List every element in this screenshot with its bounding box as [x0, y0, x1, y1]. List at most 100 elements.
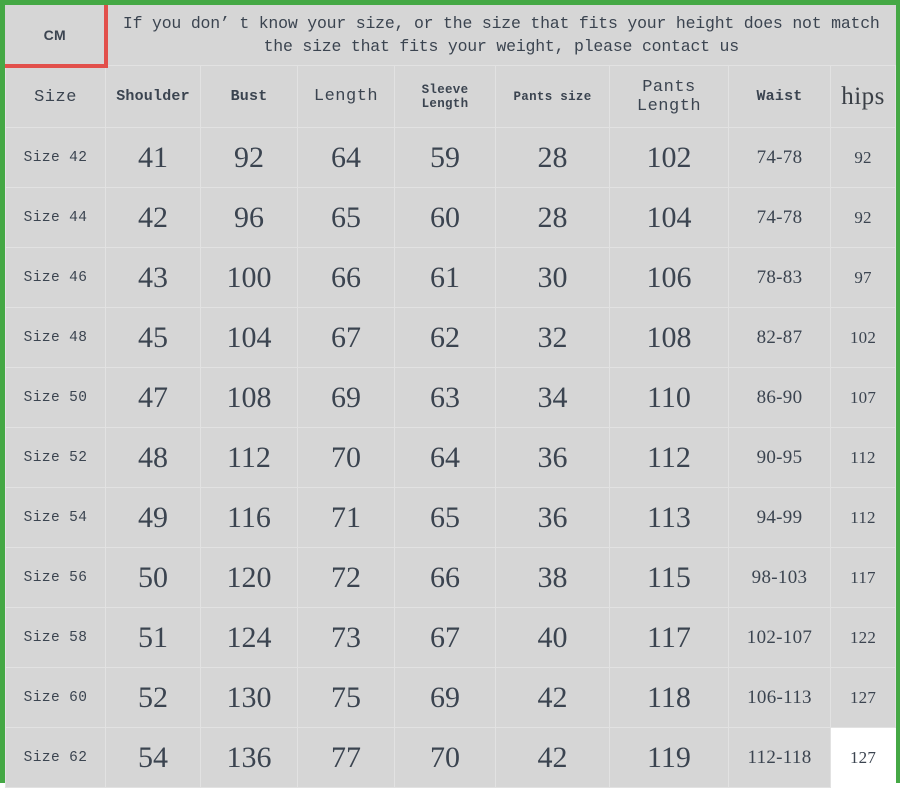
column-header-row: SizeShoulderBustLengthSleeve LengthPants… [6, 66, 896, 128]
table-row: Size 504710869633411086-90107 [6, 368, 896, 428]
cell-waist: 82-87 [729, 308, 831, 368]
cell-pants-size: 34 [496, 368, 610, 428]
cell-size: Size 62 [6, 728, 106, 788]
banner-row: CMIf you don’ t know your size, or the s… [6, 6, 896, 66]
table-row: Size 42419264592810274-7892 [6, 128, 896, 188]
table-row: Size 524811270643611290-95112 [6, 428, 896, 488]
cell-shoulder: 47 [106, 368, 201, 428]
cell-hips: 127 [831, 668, 896, 728]
table-row: Size 484510467623210882-87102 [6, 308, 896, 368]
cell-hips: 112 [831, 488, 896, 548]
cell-sleeve-length: 64 [395, 428, 496, 488]
cell-hips: 92 [831, 128, 896, 188]
cell-size: Size 48 [6, 308, 106, 368]
cell-size: Size 50 [6, 368, 106, 428]
cell-pants-length: 115 [610, 548, 729, 608]
cell-shoulder: 52 [106, 668, 201, 728]
unit-label-cell: CM [6, 6, 106, 66]
cell-sleeve-length: 63 [395, 368, 496, 428]
cell-length: 70 [298, 428, 395, 488]
cell-size: Size 56 [6, 548, 106, 608]
cell-length: 75 [298, 668, 395, 728]
cell-sleeve-length: 61 [395, 248, 496, 308]
cell-bust: 100 [201, 248, 298, 308]
cell-hips: 92 [831, 188, 896, 248]
column-header-shoulder: Shoulder [106, 66, 201, 128]
cell-sleeve-length: 62 [395, 308, 496, 368]
cell-size: Size 58 [6, 608, 106, 668]
table-row: Size 565012072663811598-103117 [6, 548, 896, 608]
size-chart-frame: CMIf you don’ t know your size, or the s… [0, 0, 900, 783]
cell-size: Size 54 [6, 488, 106, 548]
column-header-pants-length: Pants Length [610, 66, 729, 128]
cell-hips: 127 [831, 728, 896, 788]
cell-hips: 112 [831, 428, 896, 488]
cell-pants-size: 36 [496, 428, 610, 488]
cell-shoulder: 48 [106, 428, 201, 488]
cell-bust: 120 [201, 548, 298, 608]
cell-pants-size: 40 [496, 608, 610, 668]
cell-sleeve-length: 69 [395, 668, 496, 728]
column-header-size: Size [6, 66, 106, 128]
cell-length: 77 [298, 728, 395, 788]
cell-length: 64 [298, 128, 395, 188]
cell-sleeve-length: 70 [395, 728, 496, 788]
table-row: Size 544911671653611394-99112 [6, 488, 896, 548]
cell-pants-length: 104 [610, 188, 729, 248]
cell-pants-size: 42 [496, 728, 610, 788]
cell-bust: 96 [201, 188, 298, 248]
cell-bust: 136 [201, 728, 298, 788]
cell-pants-length: 112 [610, 428, 729, 488]
cell-pants-length: 118 [610, 668, 729, 728]
cell-sleeve-length: 65 [395, 488, 496, 548]
size-chart-table: CMIf you don’ t know your size, or the s… [5, 5, 896, 788]
cell-pants-length: 119 [610, 728, 729, 788]
cell-hips: 107 [831, 368, 896, 428]
notice-text: If you don’ t know your size, or the siz… [106, 6, 896, 66]
cell-sleeve-length: 60 [395, 188, 496, 248]
cell-waist: 106-113 [729, 668, 831, 728]
cell-waist: 98-103 [729, 548, 831, 608]
cell-pants-size: 30 [496, 248, 610, 308]
cell-sleeve-length: 59 [395, 128, 496, 188]
cell-waist: 86-90 [729, 368, 831, 428]
table-row: Size 44429665602810474-7892 [6, 188, 896, 248]
cell-waist: 78-83 [729, 248, 831, 308]
cell-pants-size: 28 [496, 188, 610, 248]
cell-hips: 122 [831, 608, 896, 668]
cell-pants-length: 117 [610, 608, 729, 668]
cell-length: 67 [298, 308, 395, 368]
cell-waist: 90-95 [729, 428, 831, 488]
cell-pants-length: 108 [610, 308, 729, 368]
cell-pants-size: 36 [496, 488, 610, 548]
cell-length: 69 [298, 368, 395, 428]
cell-shoulder: 54 [106, 728, 201, 788]
cell-shoulder: 42 [106, 188, 201, 248]
cell-size: Size 44 [6, 188, 106, 248]
cell-shoulder: 50 [106, 548, 201, 608]
cell-bust: 108 [201, 368, 298, 428]
cell-bust: 130 [201, 668, 298, 728]
table-row: Size 464310066613010678-8397 [6, 248, 896, 308]
table-row: Size 5851124736740117102-107122 [6, 608, 896, 668]
cell-sleeve-length: 67 [395, 608, 496, 668]
column-header-bust: Bust [201, 66, 298, 128]
column-header-sleeve-length: Sleeve Length [395, 66, 496, 128]
cell-size: Size 46 [6, 248, 106, 308]
cell-shoulder: 43 [106, 248, 201, 308]
column-header-waist: Waist [729, 66, 831, 128]
cell-bust: 104 [201, 308, 298, 368]
cell-bust: 112 [201, 428, 298, 488]
cell-waist: 74-78 [729, 188, 831, 248]
cell-hips: 97 [831, 248, 896, 308]
cell-size: Size 42 [6, 128, 106, 188]
cell-length: 65 [298, 188, 395, 248]
cell-pants-size: 38 [496, 548, 610, 608]
cell-sleeve-length: 66 [395, 548, 496, 608]
cell-size: Size 52 [6, 428, 106, 488]
cell-hips: 102 [831, 308, 896, 368]
cell-shoulder: 41 [106, 128, 201, 188]
table-row: Size 6254136777042119112-118127 [6, 728, 896, 788]
cell-pants-size: 42 [496, 668, 610, 728]
cell-shoulder: 51 [106, 608, 201, 668]
